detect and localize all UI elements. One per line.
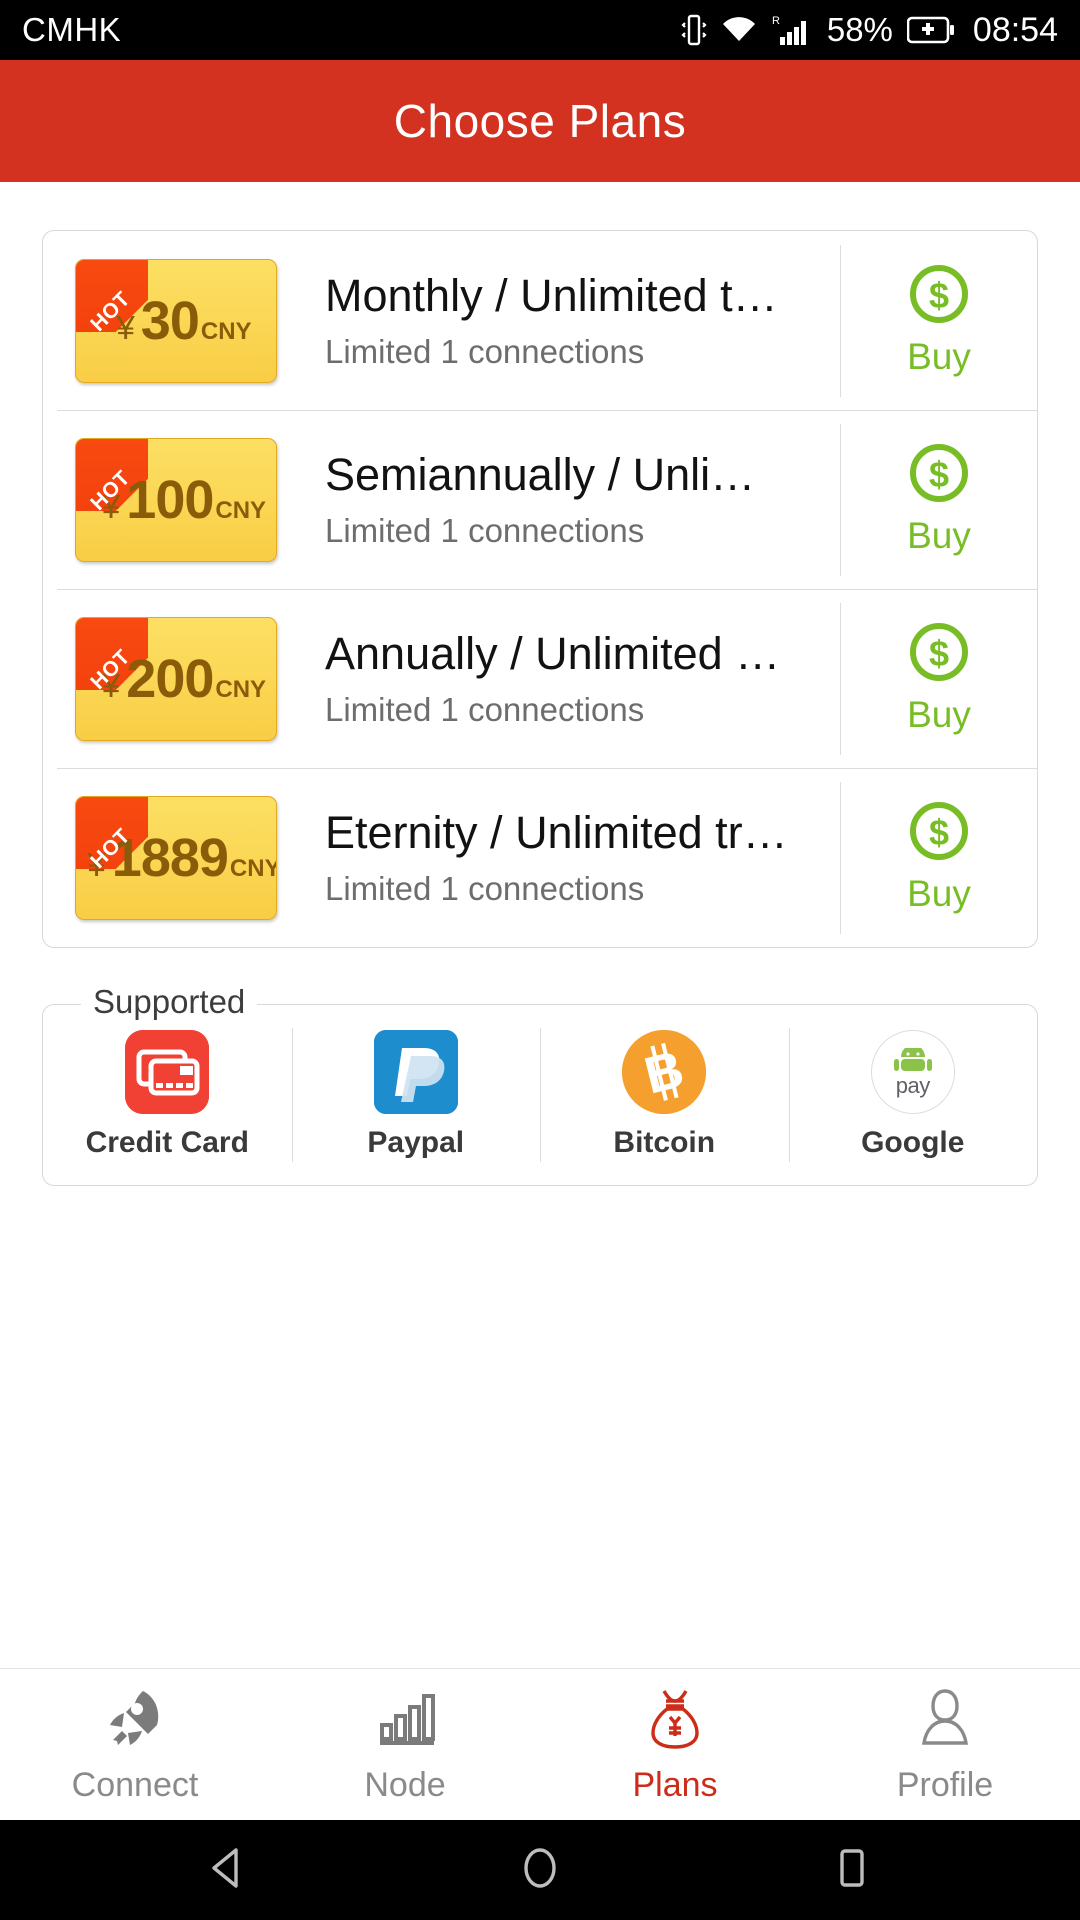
plan-title: Semiannually / Unli… — [325, 448, 756, 500]
price-amount: 200 — [126, 648, 214, 709]
dollar-circle-icon: $ — [908, 621, 970, 688]
wifi-icon — [721, 15, 757, 45]
clock-label: 08:54 — [972, 10, 1058, 49]
vibrate-icon — [681, 12, 707, 48]
svg-text:$: $ — [929, 812, 949, 853]
money-bag-icon — [642, 1685, 708, 1756]
currency-code: CNY — [215, 496, 267, 524]
buy-label: Buy — [907, 873, 971, 914]
recents-square-icon[interactable] — [826, 1842, 878, 1899]
paypal-icon — [373, 1030, 458, 1114]
google-pay-label: pay — [895, 1072, 930, 1098]
home-circle-icon[interactable] — [514, 1842, 566, 1899]
price-badge: HOT ¥ 30 CNY — [75, 258, 277, 383]
payment-method-paypal[interactable]: Paypal — [291, 1028, 541, 1162]
price-amount: 30 — [140, 290, 200, 351]
nav-item-plans[interactable]: Plans — [540, 1685, 810, 1805]
svg-text:$: $ — [929, 454, 949, 495]
plan-row[interactable]: HOT ¥ 200 CNY Annually / Unlimited … Lim… — [43, 589, 1037, 768]
signal-icon: R — [771, 13, 813, 47]
rocket-icon — [102, 1685, 168, 1756]
plan-text: Semiannually / Unli… Limited 1 connectio… — [277, 449, 840, 551]
plan-row[interactable]: HOT ¥ 100 CNY Semiannually / Unli… Limit… — [43, 410, 1037, 589]
price-badge: HOT ¥ 200 CNY — [75, 616, 277, 741]
roaming-label: R — [772, 15, 780, 27]
price-badge: HOT ¥ 100 CNY — [75, 437, 277, 562]
price-badge: HOT ¥ 1889 CNY — [75, 795, 277, 920]
plan-text: Annually / Unlimited … Limited 1 connect… — [277, 628, 840, 730]
supported-payments-section: Supported Credit Card Paypal B Bitcoin p… — [42, 983, 1038, 1186]
buy-label: Buy — [907, 336, 971, 377]
bar-chart-icon — [372, 1685, 438, 1756]
plan-row[interactable]: HOT ¥ 1889 CNY Eternity / Unlimited tr… … — [43, 768, 1037, 947]
buy-label: Buy — [907, 694, 971, 735]
plan-subtitle: Limited 1 connections — [325, 691, 645, 729]
main-content: HOT ¥ 30 CNY Monthly / Unlimited t… Limi… — [0, 230, 1080, 1562]
svg-text:$: $ — [929, 633, 949, 674]
plan-subtitle: Limited 1 connections — [325, 870, 645, 908]
bitcoin-icon: B — [622, 1030, 707, 1114]
payment-method-bitcoin[interactable]: B Bitcoin — [540, 1028, 789, 1162]
plan-subtitle: Limited 1 connections — [325, 333, 645, 371]
dollar-circle-icon: $ — [908, 442, 970, 509]
dollar-circle-icon: $ — [908, 800, 970, 867]
battery-charging-icon — [906, 16, 955, 44]
payment-methods-row: Credit Card Paypal B Bitcoin pay Google — [43, 1005, 1037, 1185]
plan-subtitle: Limited 1 connections — [325, 512, 645, 550]
currency-code: CNY — [215, 675, 267, 703]
nav-item-profile[interactable]: Profile — [810, 1685, 1080, 1805]
plans-list: HOT ¥ 30 CNY Monthly / Unlimited t… Limi… — [42, 230, 1038, 948]
price-amount: 100 — [126, 469, 214, 530]
nav-label: Plans — [632, 1765, 718, 1804]
battery-percent-label: 58% — [826, 11, 893, 48]
google-pay-icon: pay — [870, 1030, 955, 1114]
person-icon — [912, 1685, 978, 1756]
currency-code: CNY — [229, 854, 277, 882]
nav-item-node[interactable]: Node — [270, 1685, 540, 1805]
payment-method-label: Google — [861, 1126, 965, 1159]
supported-legend: Supported — [81, 983, 258, 1021]
credit-card-icon — [125, 1030, 210, 1114]
currency-code: CNY — [200, 317, 252, 345]
page-title: Choose Plans — [393, 95, 687, 147]
plan-title: Annually / Unlimited … — [325, 627, 781, 679]
buy-button[interactable]: $ Buy — [840, 244, 1037, 397]
buy-button[interactable]: $ Buy — [840, 602, 1037, 755]
android-navigation-bar — [0, 1820, 1080, 1920]
buy-button[interactable]: $ Buy — [840, 423, 1037, 576]
app-header: Choose Plans — [0, 60, 1080, 182]
nav-label: Profile — [896, 1765, 994, 1804]
buy-label: Buy — [907, 515, 971, 556]
plan-title: Monthly / Unlimited t… — [325, 269, 778, 321]
back-triangle-icon[interactable] — [202, 1842, 254, 1899]
plan-title: Eternity / Unlimited tr… — [325, 806, 788, 858]
buy-button[interactable]: $ Buy — [840, 781, 1037, 934]
status-bar: CMHK R 58% 08:54 — [0, 0, 1080, 60]
bottom-navigation: Connect Node Plans Profile — [0, 1668, 1080, 1820]
plan-row[interactable]: HOT ¥ 30 CNY Monthly / Unlimited t… Limi… — [43, 231, 1037, 410]
status-bar-icons: R 58% 08:54 — [681, 11, 1058, 50]
plan-text: Eternity / Unlimited tr… Limited 1 conne… — [277, 807, 840, 909]
svg-text:$: $ — [929, 275, 949, 316]
payment-method-label: Paypal — [367, 1126, 465, 1159]
payment-method-google[interactable]: pay Google — [788, 1028, 1038, 1162]
nav-label: Connect — [71, 1765, 199, 1804]
payment-method-label: Bitcoin — [613, 1126, 716, 1159]
dollar-circle-icon: $ — [908, 263, 970, 330]
carrier-label: CMHK — [22, 11, 122, 48]
payment-method-label: Credit Card — [85, 1126, 249, 1159]
payment-method-credit-card[interactable]: Credit Card — [43, 1028, 292, 1162]
plan-text: Monthly / Unlimited t… Limited 1 connect… — [277, 270, 840, 372]
nav-item-connect[interactable]: Connect — [0, 1685, 270, 1805]
nav-label: Node — [364, 1765, 446, 1804]
